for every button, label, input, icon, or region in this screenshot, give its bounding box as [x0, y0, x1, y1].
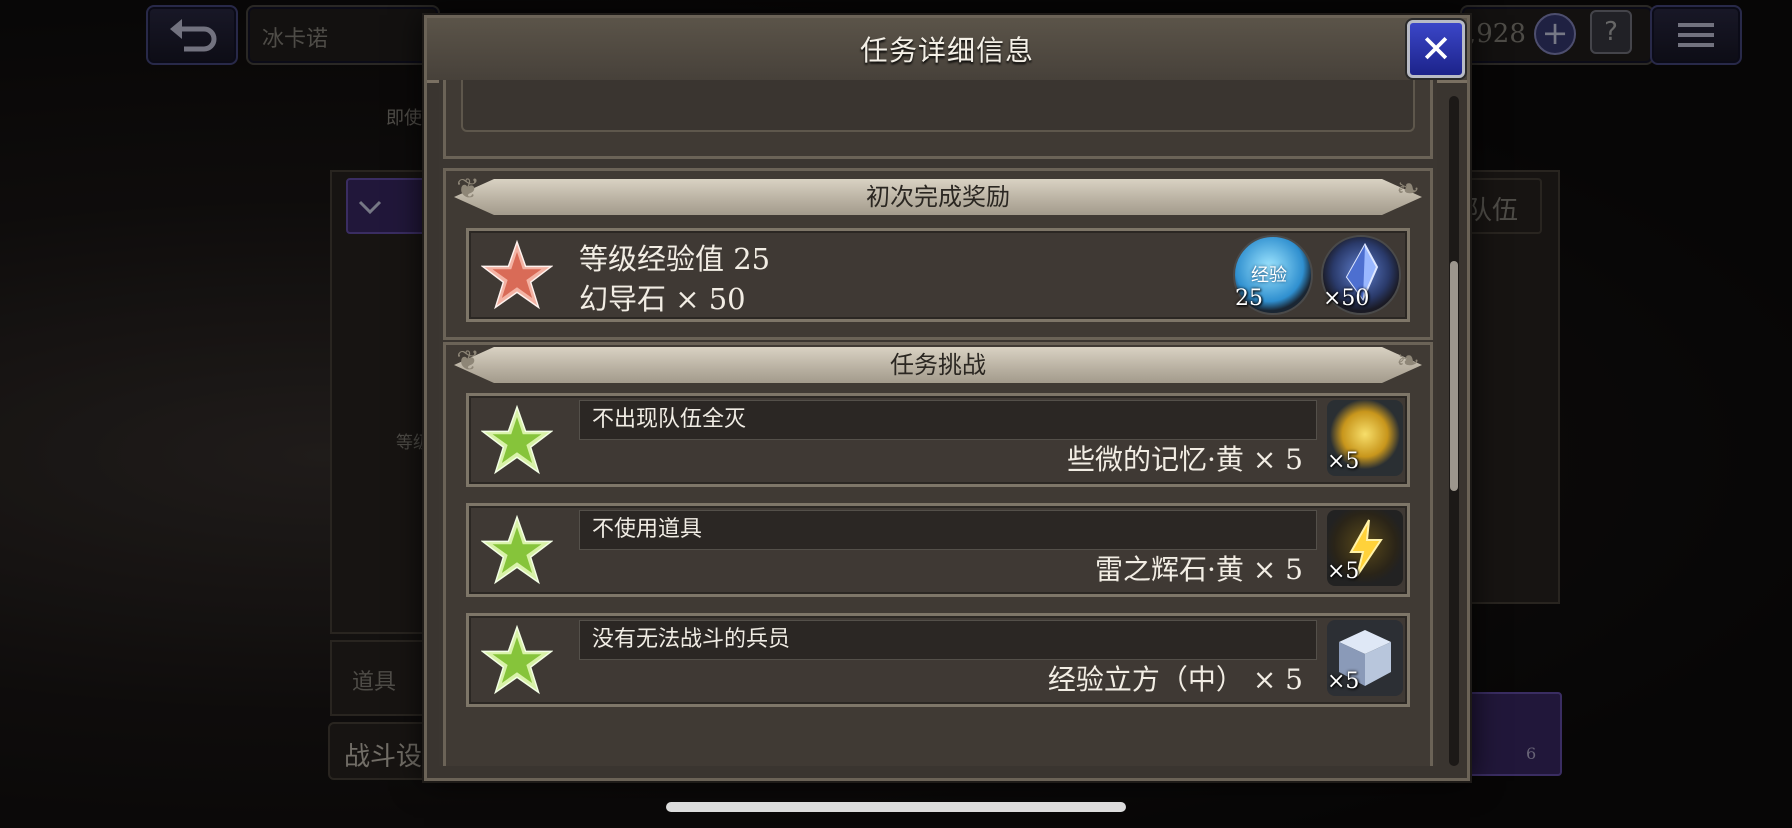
banner-ornament-left-2: ❦	[456, 344, 480, 377]
challenge-condition: 不使用道具	[579, 510, 1317, 550]
mission-detail-modal: 任务详细信息 ✕ 初次完成奖励 ❦ ❧ 等级经验值 25 幻导石 × 50 经验…	[424, 15, 1470, 781]
challenge-count: ×5	[1327, 559, 1360, 584]
reward-lapis-text: 幻导石 × 50	[579, 282, 746, 316]
challenge-row: 不出现队伍全灭 些微的记忆·黄 × 5 ×5	[466, 393, 1410, 487]
challenge-condition: 没有无法战斗的兵员	[579, 620, 1317, 660]
banner-ornament-left: ❦	[456, 172, 480, 205]
add-currency-icon[interactable]: +	[1534, 13, 1576, 55]
first-clear-section: 初次完成奖励 ❦ ❧ 等级经验值 25 幻导石 × 50 经验 25 ×50	[443, 168, 1433, 340]
help-icon[interactable]: ?	[1590, 10, 1632, 54]
bg-page-number: 6	[1526, 744, 1537, 763]
first-clear-banner: 初次完成奖励	[454, 179, 1422, 215]
menu-button[interactable]	[1650, 5, 1742, 65]
bg-battle-setting-label: 战斗设	[344, 742, 423, 772]
bg-item-tab[interactable]: 道具	[330, 640, 428, 716]
challenge-row: 不使用道具 雷之辉石·黄 × 5 ×5	[466, 503, 1410, 597]
challenge-row: 没有无法战斗的兵员 经验立方（中） × 5 ×5	[466, 613, 1410, 707]
close-icon: ✕	[1420, 27, 1452, 71]
challenges-heading: 任务挑战	[890, 351, 986, 379]
bg-dropdown[interactable]	[346, 178, 430, 234]
reward-exp-text: 等级经验值 25	[579, 242, 771, 276]
bg-team-button[interactable]: 队伍	[1462, 178, 1542, 234]
modal-content[interactable]: 初次完成奖励 ❦ ❧ 等级经验值 25 幻导石 × 50 经验 25 ×50 任…	[439, 80, 1437, 766]
memory-yellow-icon[interactable]: ×5	[1327, 400, 1403, 476]
description-frame	[443, 80, 1433, 159]
challenge-reward: 经验立方（中） × 5	[1047, 663, 1303, 696]
scrollbar[interactable]	[1449, 96, 1459, 766]
back-button[interactable]	[146, 5, 238, 65]
lapis-count: ×50	[1323, 286, 1370, 311]
banner-ornament-right: ❧	[1396, 172, 1420, 205]
bg-battle-setting[interactable]: 战斗设	[328, 722, 432, 780]
green-star-icon	[481, 624, 553, 695]
bg-partial-text-1: 即使	[386, 108, 422, 129]
close-button[interactable]: ✕	[1407, 20, 1465, 78]
bg-team-label: 队伍	[1466, 196, 1519, 226]
challenge-reward: 雷之辉石·黄 × 5	[1095, 553, 1303, 586]
exp-icon[interactable]: 经验 25	[1233, 235, 1313, 315]
exp-count: 25	[1235, 286, 1263, 311]
banner-ornament-right-2: ❧	[1396, 344, 1420, 377]
chevron-down-icon	[358, 200, 382, 215]
challenge-condition: 不出现队伍全灭	[579, 400, 1317, 440]
challenge-count: ×5	[1327, 669, 1360, 694]
first-clear-row: 等级经验值 25 幻导石 × 50 经验 25 ×50	[466, 228, 1410, 322]
bg-left-panel	[330, 170, 434, 634]
hamburger-icon	[1678, 23, 1714, 47]
green-star-icon	[481, 404, 553, 475]
modal-title: 任务详细信息	[859, 34, 1034, 67]
challenge-count: ×5	[1327, 449, 1360, 474]
modal-title-bar: 任务详细信息	[427, 18, 1467, 83]
bg-start-button[interactable]: 6	[1462, 692, 1562, 776]
scrollbar-thumb[interactable]	[1450, 261, 1458, 491]
first-clear-rewards: 等级经验值 25 幻导石 × 50	[579, 239, 770, 319]
player-name: 冰卡诺	[262, 27, 329, 52]
first-clear-heading: 初次完成奖励	[866, 183, 1010, 211]
challenges-banner: 任务挑战	[454, 347, 1422, 383]
bg-right-panel	[1460, 170, 1560, 604]
green-star-icon	[481, 514, 553, 585]
bg-item-tab-label: 道具	[352, 670, 397, 695]
exp-icon-label: 经验	[1251, 265, 1287, 286]
challenges-section: 任务挑战 ❦ ❧ 不出现队伍全灭 些微的记忆·黄 × 5 ×5 不使用道具 雷之…	[443, 342, 1433, 766]
lapis-icon[interactable]: ×50	[1321, 235, 1401, 315]
player-name-bar: 冰卡诺	[246, 5, 440, 65]
back-arrow-icon	[170, 19, 217, 52]
home-indicator[interactable]	[666, 802, 1126, 812]
challenge-reward: 些微的记忆·黄 × 5	[1067, 443, 1303, 476]
exp-cube-icon[interactable]: ×5	[1327, 620, 1403, 696]
currency-amount: ,928	[1468, 19, 1526, 49]
thunder-crystal-icon[interactable]: ×5	[1327, 510, 1403, 586]
red-star-icon	[481, 239, 553, 310]
